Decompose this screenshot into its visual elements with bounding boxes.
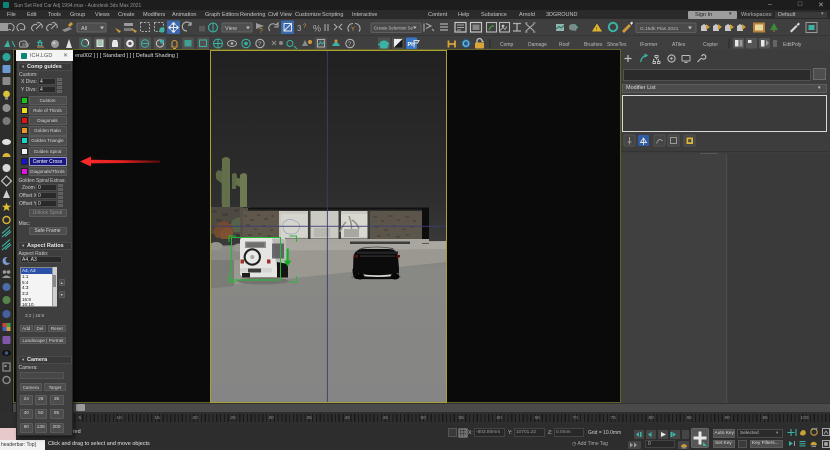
svg-text:ATiles: ATiles bbox=[672, 42, 686, 48]
svg-text:ShoeTex: ShoeTex bbox=[607, 42, 627, 48]
svg-text:Y: Y bbox=[351, 27, 355, 33]
svg-text:IFormer: IFormer bbox=[640, 42, 658, 48]
svg-text:G.15dk Plan 2021: G.15dk Plan 2021 bbox=[640, 26, 679, 32]
svg-text:View: View bbox=[225, 26, 237, 32]
svg-text:%: % bbox=[313, 24, 321, 34]
svg-text:Copter: Copter bbox=[703, 42, 718, 48]
svg-text:Create Selection Se: Create Selection Se bbox=[374, 25, 414, 30]
svg-text:?: ? bbox=[303, 24, 307, 30]
svg-text:EditPoly: EditPoly bbox=[783, 42, 802, 48]
svg-text:Brushes: Brushes bbox=[584, 42, 603, 48]
svg-text:sky: sky bbox=[22, 42, 30, 48]
svg-text:Damage: Damage bbox=[528, 42, 547, 48]
svg-text:All: All bbox=[81, 26, 87, 32]
svg-text:Roof: Roof bbox=[559, 42, 570, 48]
svg-text:?: ? bbox=[259, 28, 263, 35]
svg-text:3: 3 bbox=[297, 24, 302, 33]
svg-text:Comp: Comp bbox=[500, 42, 514, 48]
